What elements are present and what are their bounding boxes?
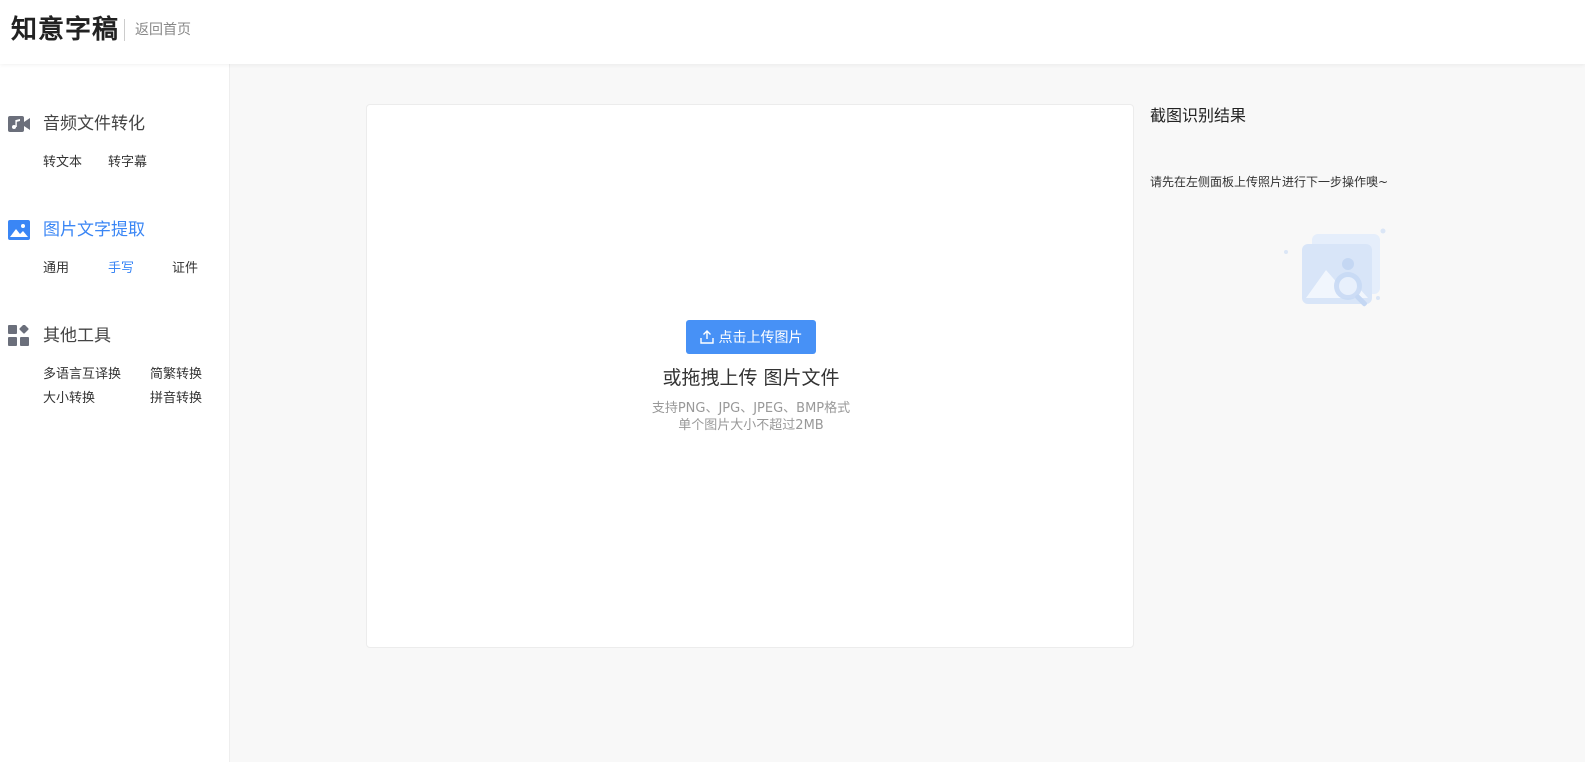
section-title: 其他工具: [43, 326, 111, 346]
upload-button-label: 点击上传图片: [718, 330, 803, 346]
top-header: 知意字稿 返回首页: [0, 0, 1585, 64]
sidebar-item-certificate[interactable]: 证件: [172, 260, 198, 278]
size-limit-hint: 单个图片大小不超过2MB: [678, 418, 824, 433]
sidebar-item-translate[interactable]: 多语言互译换: [43, 366, 121, 384]
section-title: 图片文字提取: [43, 220, 145, 240]
upload-image-button[interactable]: 点击上传图片: [686, 320, 816, 354]
result-title: 截图识别结果: [1150, 106, 1247, 125]
section-image-text-extract[interactable]: 图片文字提取: [8, 217, 145, 243]
sidebar-item-case-convert[interactable]: 大小转换: [43, 390, 95, 408]
upload-icon: [699, 330, 714, 344]
section-other-tools[interactable]: 其他工具: [8, 323, 111, 349]
empty-image-search-icon: [1282, 228, 1388, 314]
header-divider: [124, 19, 125, 41]
sidebar: 音频文件转化 转文本 转字幕 图片文字提取 通用 手写 证件 其他工具 多语言互…: [0, 64, 230, 762]
sidebar-item-pinyin[interactable]: 拼音转换: [150, 390, 202, 408]
format-hint: 支持PNG、JPG、JPEG、BMP格式: [651, 401, 851, 416]
sidebar-item-handwriting[interactable]: 手写: [108, 260, 134, 278]
music-video-icon: [8, 113, 30, 135]
sidebar-item-to-subtitle[interactable]: 转字幕: [108, 154, 147, 172]
image-icon: [8, 219, 30, 241]
sidebar-item-simplified-traditional[interactable]: 简繁转换: [150, 366, 202, 384]
widgets-icon: [8, 325, 30, 347]
result-hint: 请先在左侧面板上传照片进行下一步操作噢~: [1150, 175, 1389, 189]
app-logo[interactable]: 知意字稿: [11, 13, 119, 47]
sidebar-item-to-text[interactable]: 转文本: [43, 154, 82, 172]
section-title: 音频文件转化: [43, 114, 145, 134]
back-home-link[interactable]: 返回首页: [135, 20, 191, 40]
drag-upload-text: 或拖拽上传 图片文件: [662, 367, 840, 389]
sidebar-item-general[interactable]: 通用: [43, 260, 69, 278]
upload-dropzone[interactable]: 点击上传图片 或拖拽上传 图片文件 支持PNG、JPG、JPEG、BMP格式 单…: [366, 104, 1134, 648]
section-audio-conversion[interactable]: 音频文件转化: [8, 111, 145, 137]
